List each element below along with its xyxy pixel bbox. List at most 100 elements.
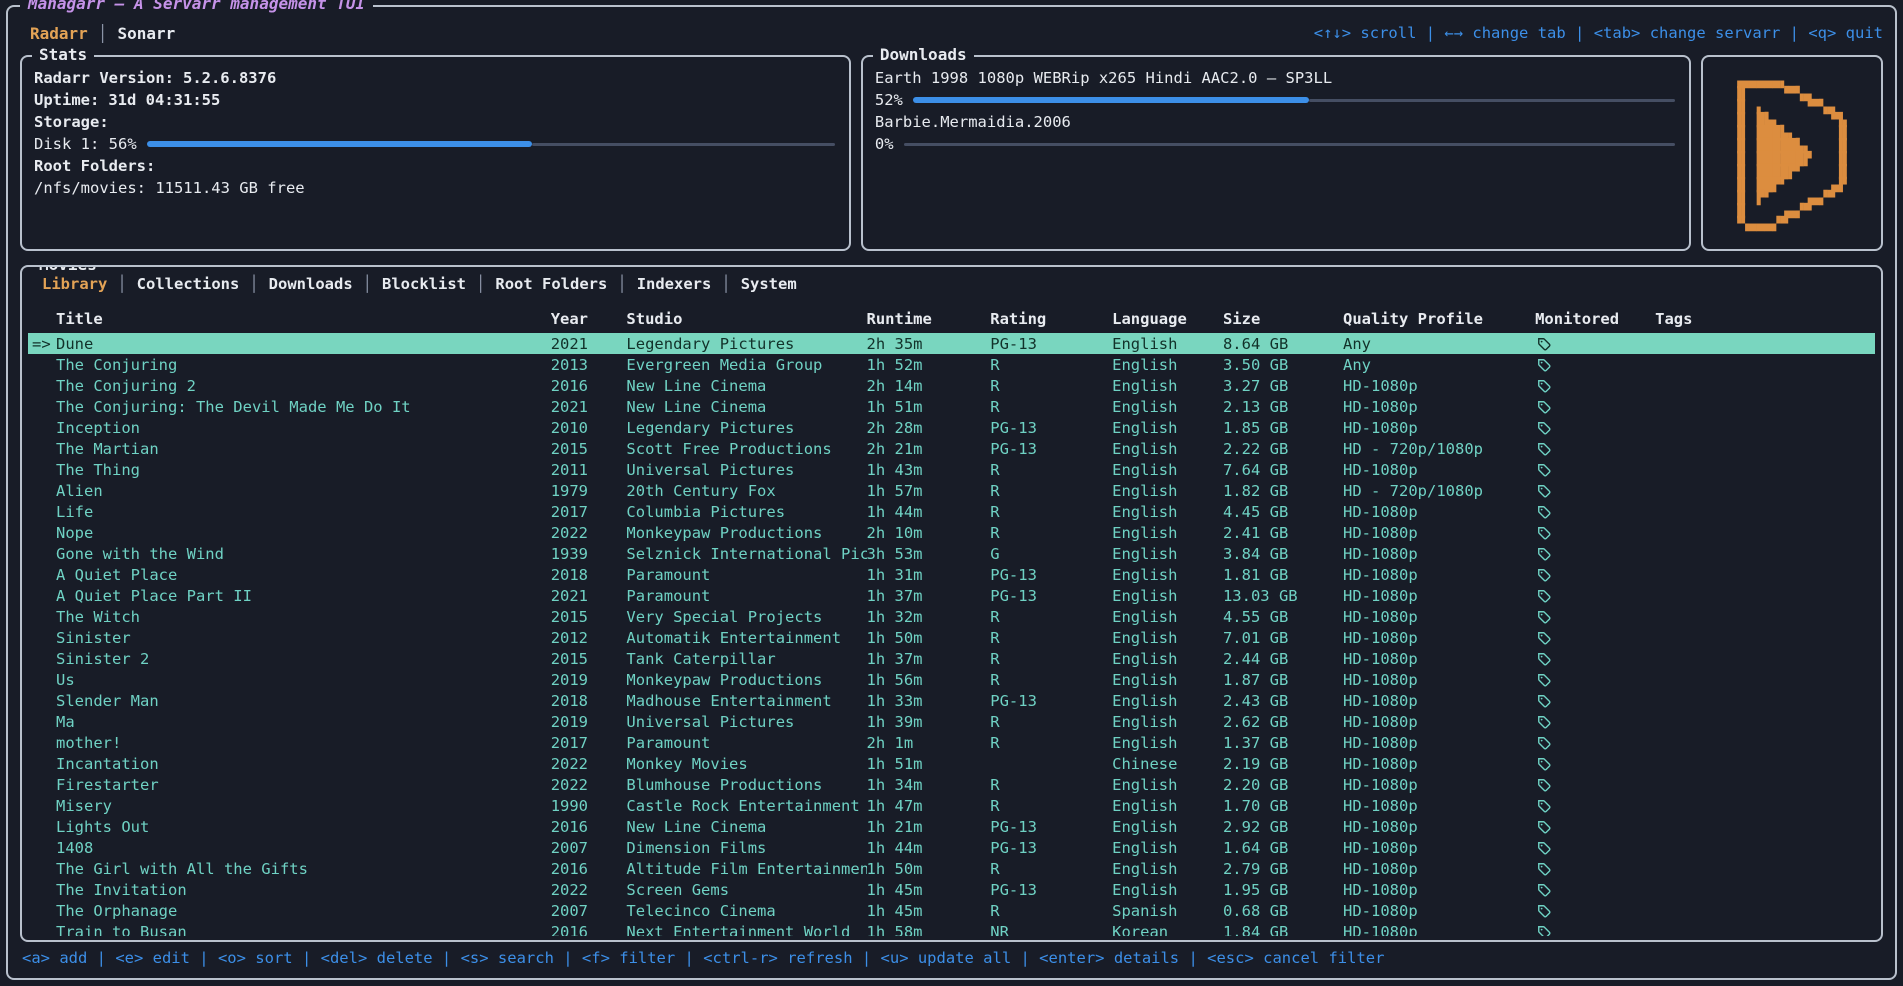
movie-row[interactable]: The Conjuring 2 2016 New Line Cinema 2h … xyxy=(28,375,1875,396)
movie-row[interactable]: Inception 2010 Legendary Pictures 2h 28m… xyxy=(28,417,1875,438)
movie-studio: Blumhouse Productions xyxy=(626,776,866,794)
movie-studio: Dimension Films xyxy=(626,839,866,857)
monitored-tag-icon xyxy=(1537,904,1551,918)
movie-quality-profile: HD-1080p xyxy=(1343,860,1535,878)
movie-row[interactable]: Gone with the Wind 1939 Selznick Interna… xyxy=(28,543,1875,564)
movie-title: Us xyxy=(56,671,75,689)
movie-rating: R xyxy=(990,461,1112,479)
movie-language: Chinese xyxy=(1112,755,1223,773)
movie-row[interactable]: Train to Busan 2016 Next Entertainment W… xyxy=(28,921,1875,936)
movie-row[interactable]: Sinister 2012 Automatik Entertainment 1h… xyxy=(28,627,1875,648)
movies-table-header: TitleYearStudioRuntimeRatingLanguageSize… xyxy=(28,305,1875,333)
movie-row[interactable]: Nope 2022 Monkeypaw Productions 2h 10m R… xyxy=(28,522,1875,543)
movie-row[interactable]: mother! 2017 Paramount 2h 1m R English 1… xyxy=(28,732,1875,753)
movie-row[interactable]: =>Dune 2021 Legendary Pictures 2h 35m PG… xyxy=(28,333,1875,354)
movie-row[interactable]: The Witch 2015 Very Special Projects 1h … xyxy=(28,606,1875,627)
movies-panel-title: Movies xyxy=(32,265,104,274)
movie-title: The Conjuring xyxy=(56,356,177,374)
movie-row[interactable]: The Invitation 2022 Screen Gems 1h 45m P… xyxy=(28,879,1875,900)
movie-row[interactable]: Life 2017 Columbia Pictures 1h 44m R Eng… xyxy=(28,501,1875,522)
movie-quality-profile: HD-1080p xyxy=(1343,902,1535,920)
movie-language: English xyxy=(1112,440,1223,458)
movie-quality-profile: HD-1080p xyxy=(1343,755,1535,773)
tab-root-folders[interactable]: Root Folders xyxy=(485,275,617,293)
movie-monitored xyxy=(1535,778,1655,792)
movie-runtime: 1h 32m xyxy=(867,608,991,626)
servarr-tab-sonarr[interactable]: Sonarr xyxy=(107,24,185,43)
movie-size: 4.55 GB xyxy=(1223,608,1343,626)
version-value: 5.2.6.8376 xyxy=(183,69,276,87)
movie-quality-profile: Any xyxy=(1343,356,1535,374)
movie-row[interactable]: Sinister 2 2015 Tank Caterpillar 1h 37m … xyxy=(28,648,1875,669)
download-name: Earth 1998 1080p WEBRip x265 Hindi AAC2.… xyxy=(875,67,1677,89)
movie-rating: PG-13 xyxy=(990,692,1112,710)
movie-row[interactable]: A Quiet Place 2018 Paramount 1h 31m PG-1… xyxy=(28,564,1875,585)
tab-indexers[interactable]: Indexers xyxy=(627,275,722,293)
tab-blocklist[interactable]: Blocklist xyxy=(372,275,476,293)
movie-monitored xyxy=(1535,673,1655,687)
movie-rating: R xyxy=(990,503,1112,521)
movie-studio: Universal Pictures xyxy=(626,461,866,479)
movie-row[interactable]: Ma 2019 Universal Pictures 1h 39m R Engl… xyxy=(28,711,1875,732)
movie-size: 1.37 GB xyxy=(1223,734,1343,752)
movie-row[interactable]: The Thing 2011 Universal Pictures 1h 43m… xyxy=(28,459,1875,480)
movie-studio: Tank Caterpillar xyxy=(626,650,866,668)
movie-quality-profile: HD-1080p xyxy=(1343,923,1535,937)
movie-studio: Screen Gems xyxy=(626,881,866,899)
movie-rating: R xyxy=(990,776,1112,794)
movie-row[interactable]: Misery 1990 Castle Rock Entertainment 1h… xyxy=(28,795,1875,816)
uptime-line: Uptime: 31d 04:31:55 xyxy=(34,89,837,111)
movie-monitored xyxy=(1535,862,1655,876)
monitored-tag-icon xyxy=(1537,484,1551,498)
movie-runtime: 2h 10m xyxy=(867,524,991,542)
movie-row[interactable]: 1408 2007 Dimension Films 1h 44m PG-13 E… xyxy=(28,837,1875,858)
tab-library[interactable]: Library xyxy=(32,275,117,293)
movie-runtime: 1h 50m xyxy=(867,860,991,878)
movie-row[interactable]: The Conjuring: The Devil Made Me Do It 2… xyxy=(28,396,1875,417)
movie-row[interactable]: Incantation 2022 Monkey Movies 1h 51m Ch… xyxy=(28,753,1875,774)
movie-title: Sinister xyxy=(56,629,131,647)
download-percent: 0% xyxy=(875,133,894,155)
movie-row[interactable]: The Orphanage 2007 Telecinco Cinema 1h 4… xyxy=(28,900,1875,921)
column-header-quality-profile: Quality Profile xyxy=(1343,310,1535,328)
movie-row[interactable]: Slender Man 2018 Madhouse Entertainment … xyxy=(28,690,1875,711)
movie-year: 2022 xyxy=(551,524,627,542)
download-item: Earth 1998 1080p WEBRip x265 Hindi AAC2.… xyxy=(875,67,1677,111)
servarr-tabs: Radarr│Sonarr xyxy=(20,24,185,43)
movie-runtime: 2h 35m xyxy=(867,335,991,353)
movie-language: English xyxy=(1112,419,1223,437)
movie-title: Nope xyxy=(56,524,93,542)
tab-collections[interactable]: Collections xyxy=(127,275,250,293)
movie-size: 1.87 GB xyxy=(1223,671,1343,689)
movie-runtime: 1h 31m xyxy=(867,566,991,584)
movie-studio: Legendary Pictures xyxy=(626,335,866,353)
movie-quality-profile: HD-1080p xyxy=(1343,797,1535,815)
movie-size: 3.50 GB xyxy=(1223,356,1343,374)
movie-row[interactable]: Lights Out 2016 New Line Cinema 1h 21m P… xyxy=(28,816,1875,837)
movie-language: English xyxy=(1112,545,1223,563)
downloads-panel: Downloads Earth 1998 1080p WEBRip x265 H… xyxy=(861,55,1691,251)
movie-row[interactable]: Us 2019 Monkeypaw Productions 1h 56m R E… xyxy=(28,669,1875,690)
movie-row[interactable]: Firestarter 2022 Blumhouse Productions 1… xyxy=(28,774,1875,795)
movie-rating: R xyxy=(990,902,1112,920)
stats-panel-title: Stats xyxy=(32,45,94,64)
movie-row[interactable]: The Martian 2015 Scott Free Productions … xyxy=(28,438,1875,459)
movie-runtime: 1h 45m xyxy=(867,902,991,920)
movie-row[interactable]: A Quiet Place Part II 2021 Paramount 1h … xyxy=(28,585,1875,606)
movie-title: Sinister 2 xyxy=(56,650,149,668)
uptime-label: Uptime: xyxy=(34,91,99,109)
movie-quality-profile: HD-1080p xyxy=(1343,734,1535,752)
movie-language: English xyxy=(1112,335,1223,353)
movie-size: 3.84 GB xyxy=(1223,545,1343,563)
uptime-value: 31d 04:31:55 xyxy=(108,91,220,109)
movie-quality-profile: HD-1080p xyxy=(1343,881,1535,899)
tab-system[interactable]: System xyxy=(731,275,807,293)
servarr-tab-radarr[interactable]: Radarr xyxy=(20,24,98,43)
movie-year: 2007 xyxy=(551,902,627,920)
movie-runtime: 1h 21m xyxy=(867,818,991,836)
tab-downloads[interactable]: Downloads xyxy=(259,275,363,293)
movie-row[interactable]: The Conjuring 2013 Evergreen Media Group… xyxy=(28,354,1875,375)
movie-runtime: 3h 53m xyxy=(867,545,991,563)
movie-row[interactable]: Alien 1979 20th Century Fox 1h 57m R Eng… xyxy=(28,480,1875,501)
movie-row[interactable]: The Girl with All the Gifts 2016 Altitud… xyxy=(28,858,1875,879)
